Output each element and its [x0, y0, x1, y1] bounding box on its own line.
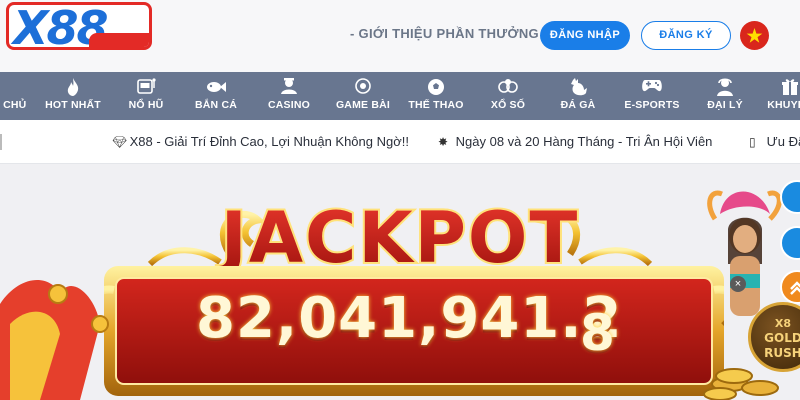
nav-label: GAME BÀI [335, 99, 391, 111]
nav-item-agent[interactable]: ĐẠI LÝ [697, 72, 753, 120]
top-header: X88 - GIỚI THIỆU PHẦN THƯỞNG ĐĂNG NHẬP Đ… [0, 0, 800, 72]
main-nav: G CHỦ HOT NHẤT NỔ HŨ BẮN CÁ [0, 72, 800, 120]
gamepad-icon [620, 77, 684, 99]
nav-item-lottery[interactable]: XỔ SỐ [480, 72, 536, 120]
ticker-edge [0, 134, 4, 150]
nav-item-hot[interactable]: HOT NHẤT [42, 72, 104, 120]
nav-item-home[interactable]: G CHỦ [0, 72, 30, 120]
dealer-icon [259, 77, 319, 99]
badge-mid-text: GOLD [764, 331, 800, 345]
register-button[interactable]: ĐĂNG KÝ [641, 21, 731, 50]
nav-label: KHUYẾN [767, 99, 800, 111]
nav-label: NỔ HŨ [128, 99, 164, 111]
nav-label: XỔ SỐ [490, 99, 526, 111]
jackpot-amount: 82,041,941.2 [196, 286, 623, 351]
gift-icon [762, 77, 800, 99]
ticker-item[interactable]: ▯ Ưu Đãi [749, 134, 800, 149]
logo-red-stripe [89, 33, 149, 47]
burst-icon: ✸ [438, 135, 449, 149]
nav-item-card-games[interactable]: GAME BÀI [332, 72, 394, 120]
nav-label: THỂ THAO [408, 99, 464, 111]
nav-item-casino[interactable]: CASINO [259, 72, 319, 120]
nav-label: BẮN CÁ [194, 99, 238, 111]
nav-label: HOT NHẤT [45, 99, 101, 111]
cards-icon [332, 77, 394, 99]
diamond-icon: 💎︎ [112, 135, 128, 149]
soccer-ball-icon [405, 77, 467, 99]
gold-coins-decoration [703, 368, 779, 400]
ticker-text: Ngày 08 và 20 Hàng Tháng - Tri Ân Hội Vi… [455, 134, 713, 149]
nav-label: G CHỦ [0, 99, 27, 111]
nav-label: E-SPORTS [624, 99, 680, 111]
nav-item-fishing[interactable]: BẮN CÁ [188, 72, 244, 120]
vietnam-flag-icon[interactable] [740, 21, 769, 50]
jester-hat-decoration [0, 280, 109, 400]
scroll-top-button[interactable] [780, 270, 800, 304]
ticker-item[interactable]: 💎︎ X88 - Giải Trí Đỉnh Cao, Lợi Nhuận Kh… [112, 134, 409, 149]
nav-item-slots[interactable]: NỔ HŨ [118, 72, 174, 120]
double-chevron-up-icon [790, 281, 800, 295]
rooster-icon [550, 77, 606, 99]
nav-label: ĐẠI LÝ [707, 99, 743, 111]
nav-item-cockfight[interactable]: ĐÁ GÀ [550, 72, 606, 120]
nav-item-sports[interactable]: THỂ THAO [405, 72, 467, 120]
page-root: X88 - GIỚI THIỆU PHẦN THƯỞNG ĐĂNG NHẬP Đ… [0, 0, 800, 400]
fire-icon [42, 77, 104, 99]
nav-item-esports[interactable]: E-SPORTS [620, 72, 684, 120]
square-icon: ▯ [749, 135, 756, 149]
x88-logo[interactable]: X88 [6, 2, 152, 50]
jackpot-banner[interactable]: JACKPOT 82,041,941.2 8 × X8 GOLD RUSH [0, 164, 800, 400]
rewards-intro-link[interactable]: - GIỚI THIỆU PHẦN THƯỞNG [350, 26, 539, 41]
close-button[interactable]: × [730, 276, 746, 292]
home-icon [0, 77, 30, 99]
nav-label: ĐÁ GÀ [560, 99, 596, 111]
login-button[interactable]: ĐĂNG NHẬP [540, 21, 630, 50]
ticker-text: Ưu Đãi [766, 134, 800, 149]
nav-item-promotions[interactable]: KHUYẾN [762, 72, 800, 120]
fish-icon [188, 77, 244, 99]
ticker-item[interactable]: ✸ Ngày 08 và 20 Hàng Tháng - Tri Ân Hội … [438, 134, 712, 149]
slot-machine-icon [118, 77, 174, 99]
agent-icon [697, 77, 753, 99]
jackpot-rolling-digit: 8 [580, 304, 615, 362]
ticker-text: X88 - Giải Trí Đỉnh Cao, Lợi Nhuận Không… [129, 134, 409, 149]
news-ticker: 💎︎ X88 - Giải Trí Đỉnh Cao, Lợi Nhuận Kh… [0, 120, 800, 164]
nav-label: CASINO [267, 99, 311, 111]
badge-top-text: X8 [774, 317, 792, 330]
lottery-balls-icon [480, 77, 536, 99]
